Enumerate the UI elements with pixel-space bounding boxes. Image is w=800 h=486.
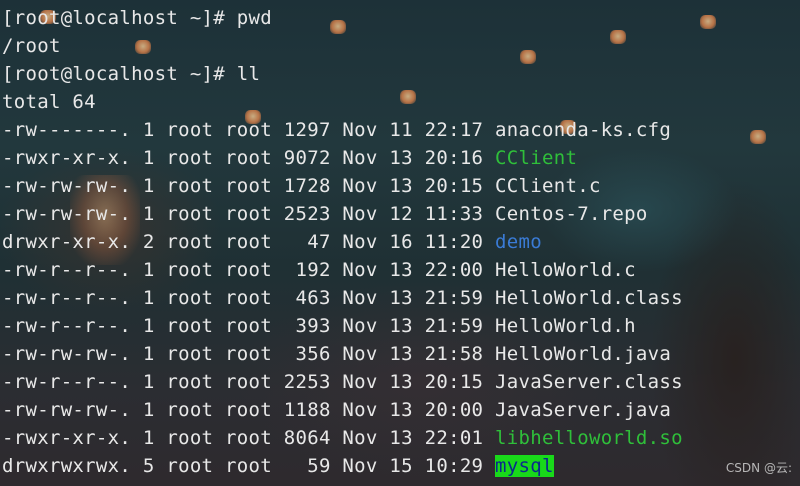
line-text: drwxrwxrwx. 5 root root 59 Nov 15 10:29 bbox=[2, 455, 496, 477]
file-name: Centos-7.repo bbox=[495, 203, 648, 225]
line-text: /root bbox=[2, 35, 61, 57]
line-text: drwxr-xr-x. 2 root root 47 Nov 16 11:20 bbox=[2, 231, 496, 253]
terminal-line: drwxr-xr-x. 2 root root 47 Nov 16 11:20 … bbox=[2, 228, 683, 256]
line-text: -rw-rw-rw-. 1 root root 2523 Nov 12 11:3… bbox=[2, 203, 496, 225]
terminal-line: -rwxr-xr-x. 1 root root 8064 Nov 13 22:0… bbox=[2, 424, 683, 452]
line-text: -rw-rw-rw-. 1 root root 1728 Nov 13 20:1… bbox=[2, 175, 496, 197]
terminal-line: -rw-r--r--. 1 root root 192 Nov 13 22:00… bbox=[2, 256, 683, 284]
file-name: CClient bbox=[495, 147, 578, 169]
background-lantern bbox=[750, 130, 766, 144]
file-name: CClient.c bbox=[495, 175, 601, 197]
file-name: JavaServer.java bbox=[495, 399, 672, 421]
line-text: [root@localhost ~]# ll bbox=[2, 63, 261, 85]
line-text: [root@localhost ~]# pwd bbox=[2, 7, 272, 29]
terminal-line: -rw-r--r--. 1 root root 393 Nov 13 21:59… bbox=[2, 312, 683, 340]
line-text: -rw-r--r--. 1 root root 2253 Nov 13 20:1… bbox=[2, 371, 496, 393]
line-text: -rwxr-xr-x. 1 root root 9072 Nov 13 20:1… bbox=[2, 147, 496, 169]
line-text: -rw-------. 1 root root 1297 Nov 11 22:1… bbox=[2, 119, 496, 141]
terminal-line: total 64 bbox=[2, 88, 683, 116]
terminal-window[interactable]: [root@localhost ~]# pwd/root [root@localh… bbox=[0, 0, 800, 486]
file-name: HelloWorld.c bbox=[495, 259, 636, 281]
line-text: total 64 bbox=[2, 91, 96, 113]
terminal-line: -rw-------. 1 root root 1297 Nov 11 22:1… bbox=[2, 116, 683, 144]
line-text: -rwxr-xr-x. 1 root root 8064 Nov 13 22:0… bbox=[2, 427, 496, 449]
file-name: demo bbox=[495, 231, 543, 253]
file-name: HelloWorld.class bbox=[495, 287, 683, 309]
file-name: mysql bbox=[495, 455, 554, 477]
terminal-line: [root@localhost ~]# ll bbox=[2, 60, 683, 88]
terminal-line: -rw-rw-rw-. 1 root root 356 Nov 13 21:58… bbox=[2, 340, 683, 368]
terminal-output[interactable]: [root@localhost ~]# pwd/root [root@localh… bbox=[2, 4, 683, 480]
terminal-line: -rw-r--r--. 1 root root 2253 Nov 13 20:1… bbox=[2, 368, 683, 396]
terminal-line: drwxrwxrwx. 5 root root 59 Nov 15 10:29 … bbox=[2, 452, 683, 480]
terminal-line: /root bbox=[2, 32, 683, 60]
file-name: JavaServer.class bbox=[495, 371, 683, 393]
file-name: libhelloworld.so bbox=[495, 427, 683, 449]
background-lantern bbox=[700, 15, 716, 29]
terminal-line: -rw-rw-rw-. 1 root root 1188 Nov 13 20:0… bbox=[2, 396, 683, 424]
line-text: -rw-r--r--. 1 root root 463 Nov 13 21:59 bbox=[2, 287, 496, 309]
terminal-line: -rwxr-xr-x. 1 root root 9072 Nov 13 20:1… bbox=[2, 144, 683, 172]
file-name: HelloWorld.java bbox=[495, 343, 672, 365]
file-name: HelloWorld.h bbox=[495, 315, 636, 337]
file-name: anaconda-ks.cfg bbox=[495, 119, 672, 141]
terminal-line: -rw-rw-rw-. 1 root root 2523 Nov 12 11:3… bbox=[2, 200, 683, 228]
terminal-line: -rw-r--r--. 1 root root 463 Nov 13 21:59… bbox=[2, 284, 683, 312]
line-text: -rw-r--r--. 1 root root 393 Nov 13 21:59 bbox=[2, 315, 496, 337]
line-text: -rw-rw-rw-. 1 root root 1188 Nov 13 20:0… bbox=[2, 399, 496, 421]
terminal-line: -rw-rw-rw-. 1 root root 1728 Nov 13 20:1… bbox=[2, 172, 683, 200]
terminal-line: [root@localhost ~]# pwd bbox=[2, 4, 683, 32]
line-text: -rw-rw-rw-. 1 root root 356 Nov 13 21:58 bbox=[2, 343, 496, 365]
line-text: -rw-r--r--. 1 root root 192 Nov 13 22:00 bbox=[2, 259, 496, 281]
watermark: CSDN @云: bbox=[725, 461, 792, 475]
